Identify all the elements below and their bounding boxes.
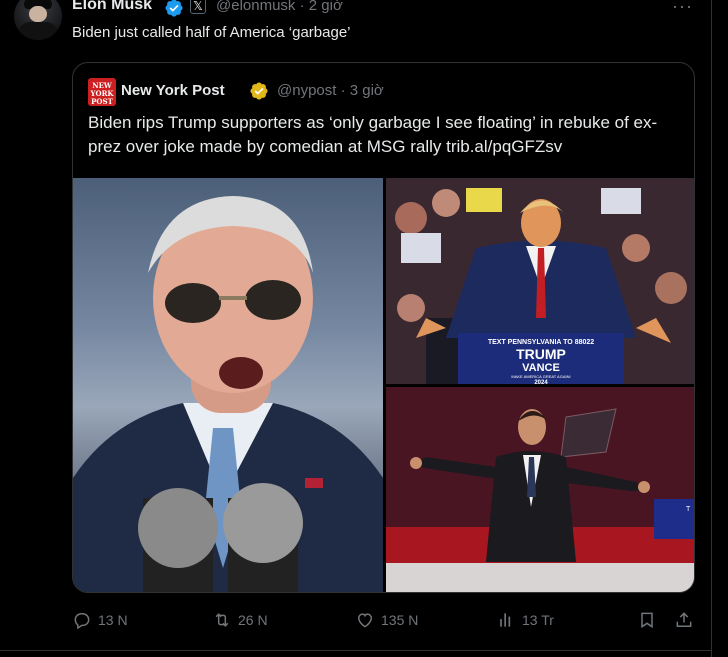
quote-handle-time[interactable]: @nypost · 3 giờ [277,82,384,99]
share-button[interactable] [674,608,700,632]
heart-icon [357,613,373,628]
podium-sign-line4: MAKE AMERICA GREAT AGAIN! [511,374,570,379]
views-button[interactable]: 13 Tr [496,608,554,632]
reply-count: 13 N [98,612,128,628]
tweet-divider [0,650,712,651]
podium-sign-line2: TRUMP [516,346,566,362]
tweet-text: Biden just called half of America ‘garba… [72,24,351,41]
svg-text:T: T [686,506,691,513]
avatar[interactable] [14,0,62,40]
quote-text: Biden rips Trump supporters as ‘only gar… [88,113,658,156]
like-button[interactable]: 135 N [355,608,418,632]
share-icon [676,612,692,627]
author-name[interactable]: Elon Musk [72,0,152,14]
gold-verified-badge-icon [250,82,268,100]
podium-sign-line1: TEXT PENNSYLVANIA TO 88022 [488,339,594,346]
like-count: 135 N [381,612,419,628]
retweet-icon [215,613,229,627]
photo-trump-rally[interactable]: TEXT PENNSYLVANIA TO 88022 TRUMP VANCE M… [386,178,694,384]
reply-icon [74,613,90,630]
column-divider [711,0,712,657]
author-handle-time[interactable]: @elonmusk · 2 giờ [216,0,343,14]
verified-badge-icon [165,0,183,17]
quote-author-name[interactable]: New York Post [121,82,225,99]
photo-biden[interactable] [73,178,383,592]
views-count: 13 Tr [522,612,554,628]
retweet-button[interactable]: 26 N [212,608,268,632]
quoted-tweet[interactable]: NEW YORK POST New York Post @nypost · 3 … [72,62,695,593]
podium-sign-line5: 2024 [534,380,548,384]
tweet-actions: 13 N 26 N 135 N 13 Tr [72,608,702,632]
nypost-logo-icon[interactable]: NEW YORK POST [88,78,116,106]
analytics-icon [500,613,511,627]
photo-comedian-msg[interactable]: T [386,387,694,592]
reply-button[interactable]: 13 N [72,608,128,632]
more-options-button[interactable]: ··· [672,0,693,17]
podium-sign-line3: VANCE [522,362,560,374]
x-affiliate-badge-icon[interactable]: 𝕏 [190,0,206,14]
retweet-count: 26 N [238,612,268,628]
bookmark-icon [641,612,653,629]
bookmark-button[interactable] [637,608,663,632]
